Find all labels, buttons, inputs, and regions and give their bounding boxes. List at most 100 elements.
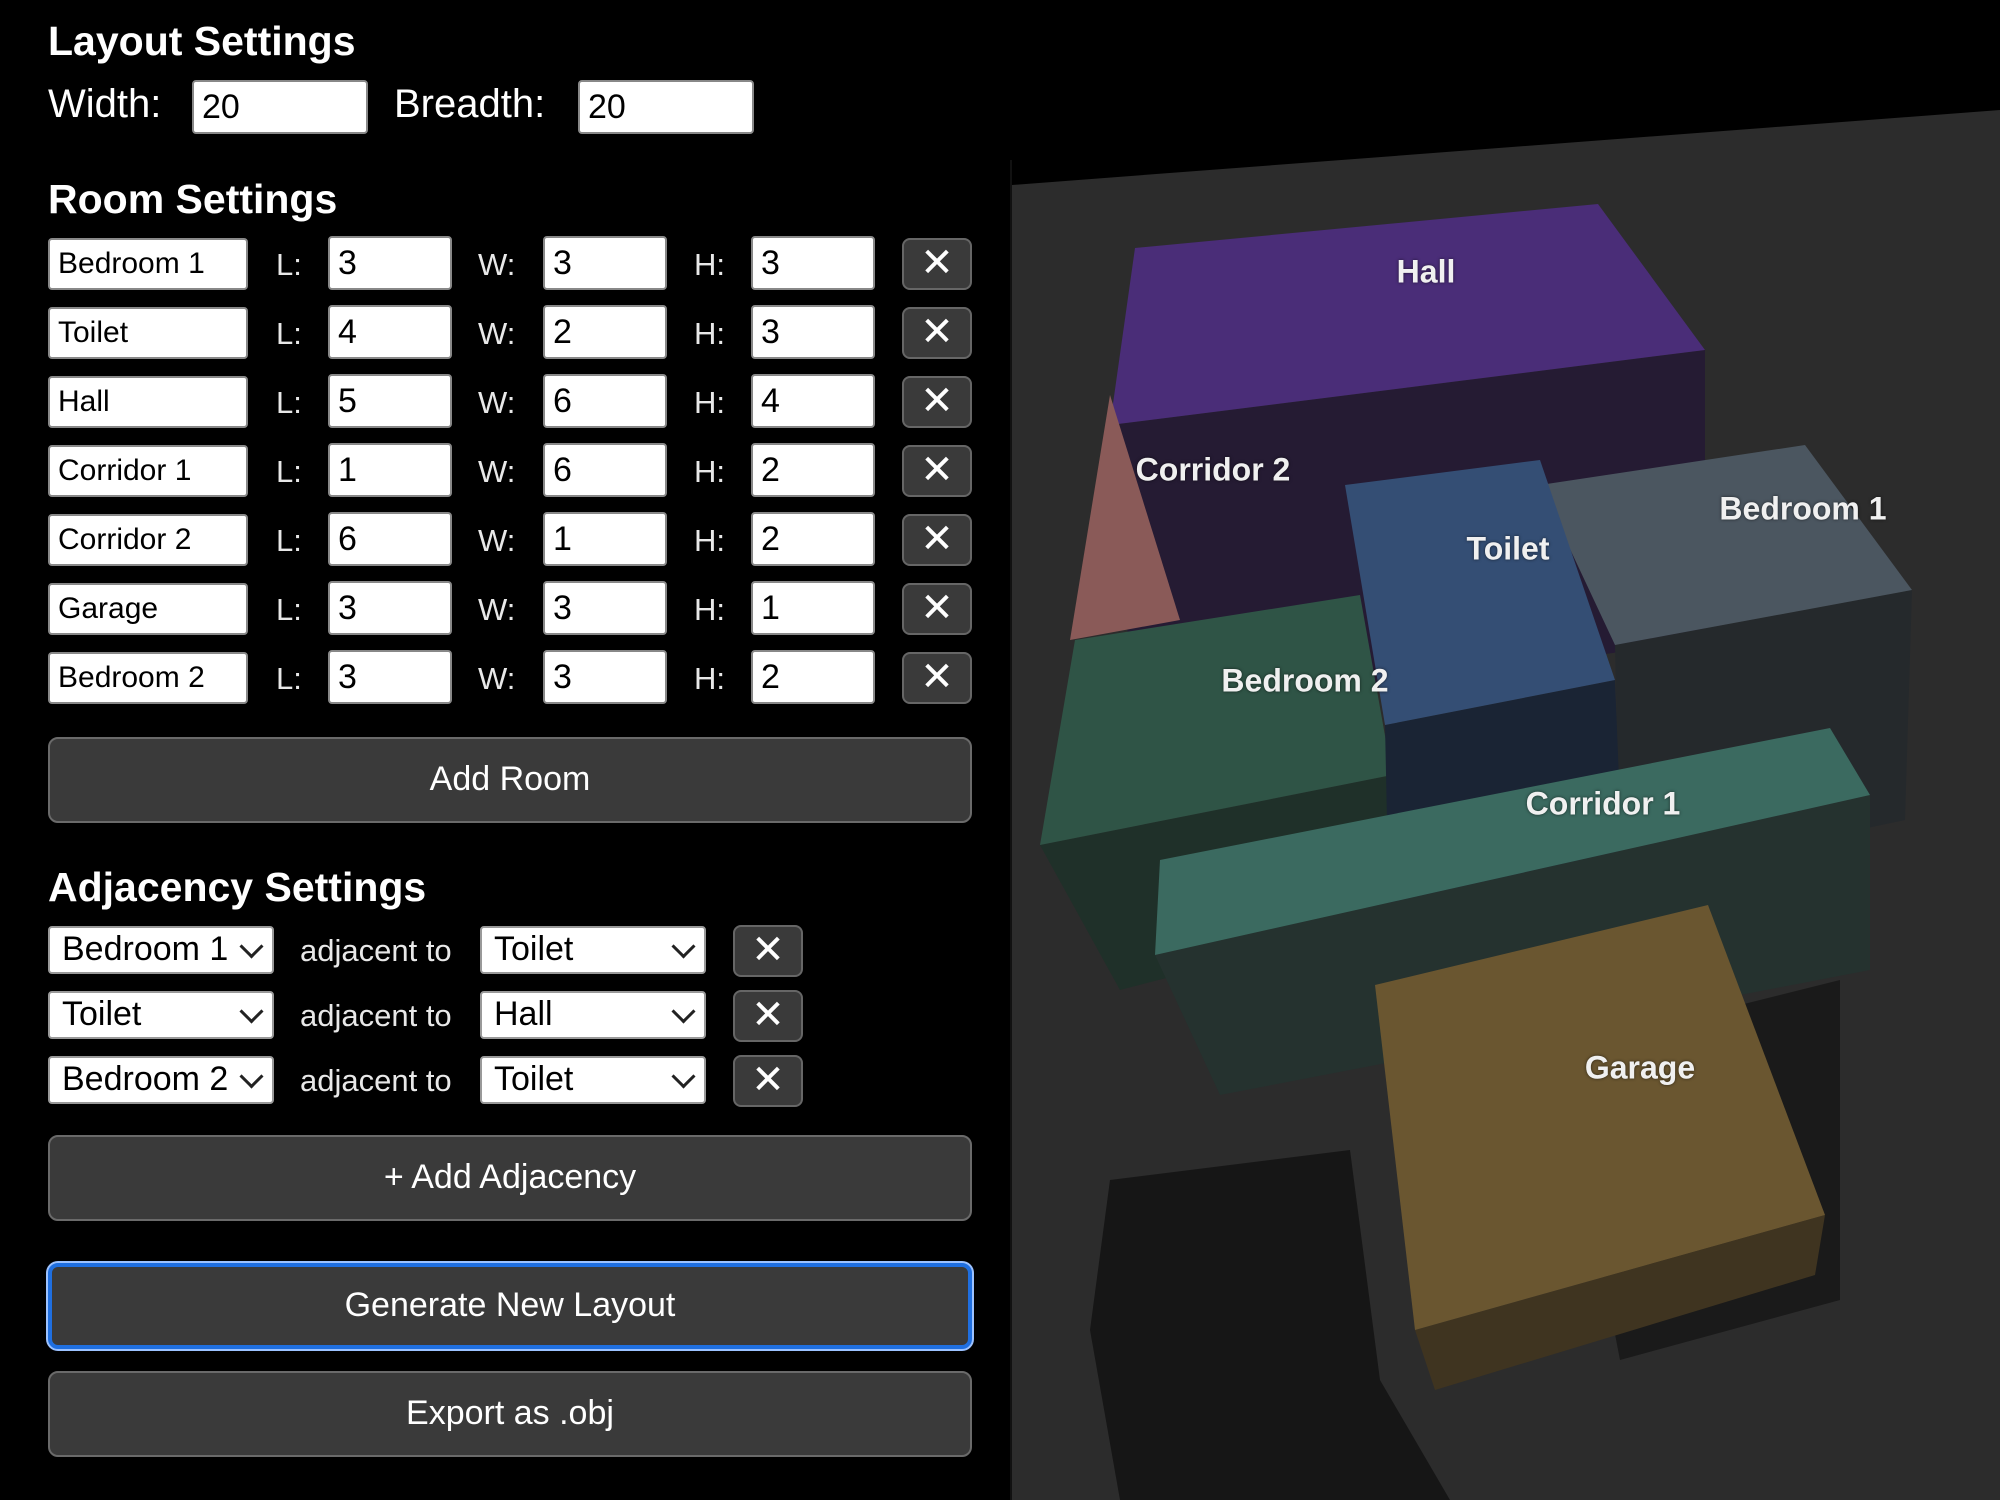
remove-room-button[interactable]: ✕ (902, 376, 972, 428)
close-icon: ✕ (920, 240, 954, 286)
remove-room-button[interactable]: ✕ (902, 445, 972, 497)
close-icon: ✕ (920, 654, 954, 700)
remove-adjacency-button[interactable]: ✕ (733, 1055, 803, 1107)
room-height-input[interactable] (751, 236, 875, 290)
room-height-input[interactable] (751, 305, 875, 359)
room-label-garage: Garage (1584, 1049, 1696, 1086)
room-width-input[interactable] (543, 374, 667, 428)
room-label-bedroom1: Bedroom 1 (1719, 490, 1887, 527)
room-height-label: H: (694, 592, 725, 627)
room-label-corridor1: Corridor 1 (1525, 785, 1681, 822)
room-name-input[interactable] (48, 445, 248, 497)
room-length-label: L: (276, 592, 302, 627)
room-height-input[interactable] (751, 650, 875, 704)
room-name-input[interactable] (48, 376, 248, 428)
close-icon: ✕ (920, 378, 954, 424)
room-name-input[interactable] (48, 238, 248, 290)
adjacency-from-select[interactable]: Bedroom 1 (48, 926, 274, 974)
room-height-label: H: (694, 385, 725, 420)
adjacency-relation-label: adjacent to (300, 998, 452, 1033)
chevron-down-icon (671, 934, 696, 959)
room-length-label: L: (276, 247, 302, 282)
room-length-input[interactable] (328, 374, 452, 428)
room-height-label: H: (694, 247, 725, 282)
room-length-input[interactable] (328, 512, 452, 566)
room-length-input[interactable] (328, 443, 452, 497)
room-length-label: L: (276, 316, 302, 351)
adjacency-from-select[interactable]: Bedroom 2 (48, 1056, 274, 1104)
adjacency-to-select[interactable]: Hall (480, 991, 706, 1039)
room-width-input[interactable] (543, 305, 667, 359)
room-width-label: W: (478, 661, 516, 696)
room-height-input[interactable] (751, 443, 875, 497)
room-height-label: H: (694, 523, 725, 558)
room-width-input[interactable] (543, 650, 667, 704)
remove-adjacency-button[interactable]: ✕ (733, 925, 803, 977)
chevron-down-icon (671, 1064, 696, 1089)
remove-room-button[interactable]: ✕ (902, 652, 972, 704)
close-icon: ✕ (920, 585, 954, 631)
add-room-button[interactable]: Add Room (48, 737, 972, 823)
close-icon: ✕ (751, 992, 785, 1038)
room-height-input[interactable] (751, 374, 875, 428)
close-icon: ✕ (751, 927, 785, 973)
layout-breadth-label: Breadth: (394, 82, 546, 126)
chevron-down-icon (671, 999, 696, 1024)
export-obj-button[interactable]: Export as .obj (48, 1371, 972, 1457)
adjacency-to-select[interactable]: Toilet (480, 926, 706, 974)
add-adjacency-button[interactable]: + Add Adjacency (48, 1135, 972, 1221)
close-icon: ✕ (920, 309, 954, 355)
room-length-input[interactable] (328, 581, 452, 635)
room-name-input[interactable] (48, 652, 248, 704)
chevron-down-icon (239, 1064, 264, 1089)
remove-room-button[interactable]: ✕ (902, 307, 972, 359)
remove-room-button[interactable]: ✕ (902, 514, 972, 566)
layout-breadth-input[interactable] (578, 80, 754, 134)
layout-settings-title: Layout Settings (48, 18, 356, 64)
remove-room-button[interactable]: ✕ (902, 238, 972, 290)
adjacency-relation-label: adjacent to (300, 1063, 452, 1098)
layout-width-label: Width: (48, 82, 162, 126)
chevron-down-icon (239, 934, 264, 959)
room-height-label: H: (694, 316, 725, 351)
adjacency-relation-label: adjacent to (300, 933, 452, 968)
room-length-label: L: (276, 661, 302, 696)
room-length-label: L: (276, 523, 302, 558)
room-label-toilet: Toilet (1466, 530, 1550, 567)
room-name-input[interactable] (48, 583, 248, 635)
remove-adjacency-button[interactable]: ✕ (733, 990, 803, 1042)
room-length-label: L: (276, 385, 302, 420)
room-label-hall: Hall (1396, 253, 1456, 290)
room-width-input[interactable] (543, 581, 667, 635)
adjacency-settings-title: Adjacency Settings (48, 864, 427, 910)
layout-width-input[interactable] (192, 80, 368, 134)
room-height-input[interactable] (751, 581, 875, 635)
room-height-input[interactable] (751, 512, 875, 566)
room-label-corridor2: Corridor 2 (1135, 451, 1291, 488)
settings-panel: Layout Settings Width: Breadth: Room Set… (0, 0, 1012, 1500)
room-name-input[interactable] (48, 307, 248, 359)
room-name-input[interactable] (48, 514, 248, 566)
room-length-input[interactable] (328, 236, 452, 290)
room-width-label: W: (478, 454, 516, 489)
generate-layout-button[interactable]: Generate New Layout (48, 1263, 972, 1349)
room-length-label: L: (276, 454, 302, 489)
close-icon: ✕ (920, 447, 954, 493)
remove-room-button[interactable]: ✕ (902, 583, 972, 635)
room-settings-title: Room Settings (48, 176, 338, 222)
room-length-input[interactable] (328, 650, 452, 704)
room-width-label: W: (478, 592, 516, 627)
adjacency-from-select[interactable]: Toilet (48, 991, 274, 1039)
room-label-bedroom2: Bedroom 2 (1221, 662, 1389, 699)
room-width-label: W: (478, 247, 516, 282)
room-width-input[interactable] (543, 236, 667, 290)
chevron-down-icon (239, 999, 264, 1024)
close-icon: ✕ (751, 1057, 785, 1103)
room-width-input[interactable] (543, 443, 667, 497)
close-icon: ✕ (920, 516, 954, 562)
room-height-label: H: (694, 661, 725, 696)
room-width-input[interactable] (543, 512, 667, 566)
adjacency-to-select[interactable]: Toilet (480, 1056, 706, 1104)
room-height-label: H: (694, 454, 725, 489)
room-length-input[interactable] (328, 305, 452, 359)
